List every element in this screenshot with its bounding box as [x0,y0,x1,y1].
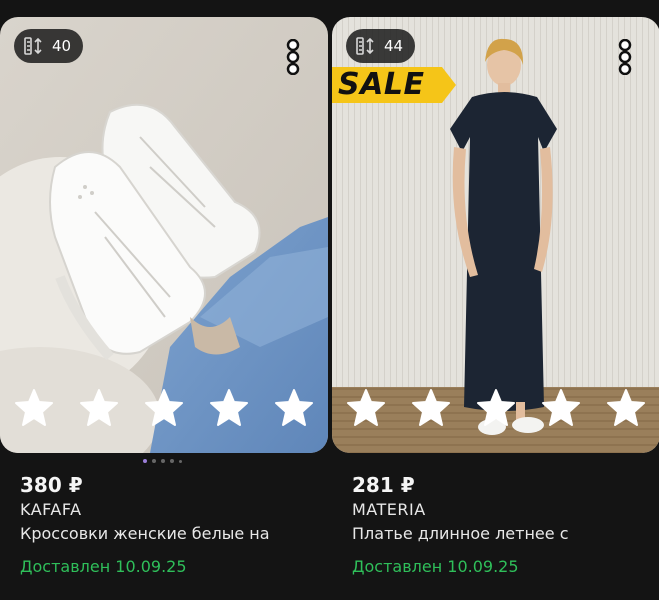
delivery-status: Доставлен 10.09.25 [20,557,187,576]
product-title[interactable]: Платье длинное летнее с [352,524,659,550]
product-title[interactable]: Кроссовки женские белые на [20,524,328,550]
rating-stars[interactable] [346,387,646,427]
size-badge[interactable]: 40 [14,29,84,63]
star-outline-icon[interactable] [476,387,516,427]
vertical-dots-icon[interactable] [618,39,632,75]
delivery-status: Доставлен 10.09.25 [352,557,519,576]
star-outline-icon[interactable] [79,387,119,427]
star-outline-icon[interactable] [274,387,314,427]
size-badge[interactable]: 44 [346,29,416,63]
product-card-sneakers[interactable]: 40 380 ₽ KAFAFA Кроссовки женские белые … [0,17,328,576]
carousel-dot-active [143,459,147,463]
star-outline-icon[interactable] [346,387,386,427]
product-brand: KAFAFA [20,500,82,519]
rating-stars[interactable] [14,387,314,427]
carousel-dot [179,459,182,463]
carousel-indicator [143,459,182,463]
carousel-dot [170,459,174,463]
star-outline-icon[interactable] [606,387,646,427]
ruler-arrows-icon [24,37,42,55]
ruler-arrows-icon [356,37,374,55]
carousel-dot [152,459,156,463]
star-outline-icon[interactable] [144,387,184,427]
product-price: 281 ₽ [352,473,415,497]
star-outline-icon[interactable] [411,387,451,427]
star-outline-icon[interactable] [209,387,249,427]
product-grid: 40 380 ₽ KAFAFA Кроссовки женские белые … [0,0,659,600]
product-brand: MATERIA [352,500,426,519]
product-image[interactable]: SALE 44 [332,17,659,453]
size-count: 44 [384,37,404,55]
star-outline-icon[interactable] [541,387,581,427]
product-info: 281 ₽ MATERIA Платье длинное летнее с До… [332,473,659,576]
product-price: 380 ₽ [20,473,83,497]
vertical-dots-icon[interactable] [286,39,300,75]
sale-badge: SALE [332,65,460,109]
size-count: 40 [52,37,72,55]
product-info: 380 ₽ KAFAFA Кроссовки женские белые на … [0,473,328,576]
carousel-dot [161,459,165,463]
product-card-dress[interactable]: SALE 44 281 ₽ MATERIA Платье длинное лет… [332,17,659,576]
product-image[interactable]: 40 [0,17,328,453]
sale-label: SALE [338,67,425,102]
star-outline-icon[interactable] [14,387,54,427]
